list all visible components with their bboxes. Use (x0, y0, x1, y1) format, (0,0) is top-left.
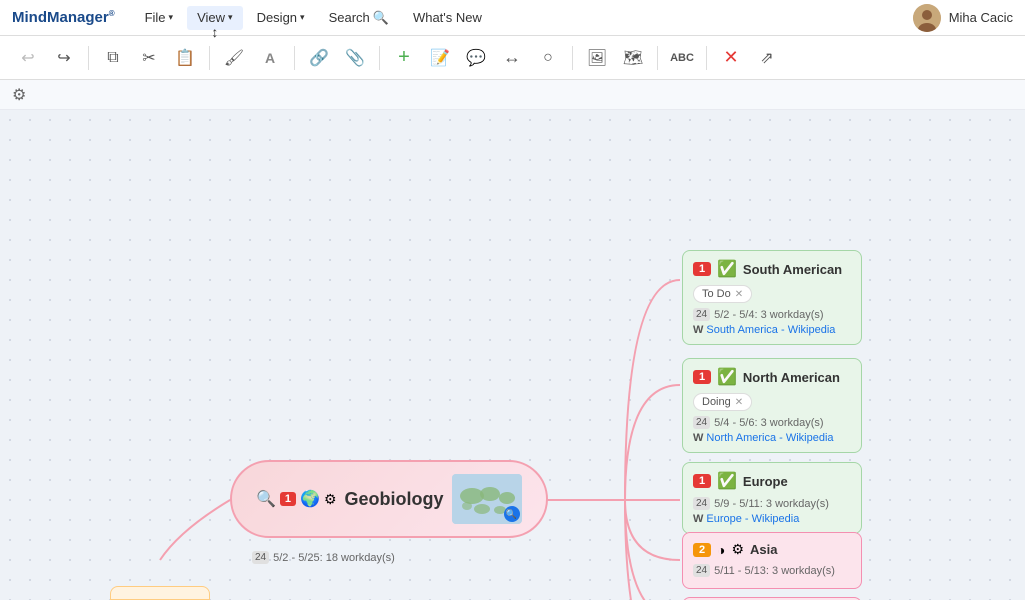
node-south-american[interactable]: 1 ✅ South American To Do ✕ 24 5/2 - 5/4:… (682, 250, 862, 345)
map-parts-button[interactable]: 🗺 (617, 42, 649, 74)
center-globe-icon: 🌍 (300, 489, 320, 509)
close-button[interactable]: ✕ (715, 42, 747, 74)
europe-priority: 1 (693, 474, 711, 488)
date-badge: 24 (693, 308, 710, 321)
user-avatar (913, 4, 941, 32)
node-europe[interactable]: 1 ✅ Europe 24 5/9 - 5/11: 3 workday(s) W… (682, 462, 862, 534)
north-american-link[interactable]: W North America - Wikipedia (693, 432, 851, 444)
asia-header: 2 ◑ ⚙ Asia (693, 541, 851, 558)
partial-left-node (110, 586, 210, 600)
nav-view[interactable]: View ▾ ↕ (187, 6, 242, 30)
center-date-badge: 24 (252, 551, 269, 564)
north-american-date: 24 5/4 - 5/6: 3 workday(s) (693, 416, 851, 429)
settings-icon[interactable]: ⚙ (12, 85, 26, 105)
toolbar: ↩ ↪ ⧉ ✂ 📋 🖌 A 🔗 📎 + 📝 💬 ↔ ○ 🖼 🗺 ABC ✕ ⇗ (0, 36, 1025, 80)
europe-link[interactable]: W Europe - Wikipedia (693, 513, 851, 525)
relationship-button[interactable]: ↔ (496, 42, 528, 74)
center-node-date: 24 5/2 - 5/25: 18 workday(s) (252, 551, 395, 564)
nav-design[interactable]: Design ▾ (247, 6, 315, 30)
south-american-priority: 1 (693, 262, 711, 276)
center-node-title: Geobiology (345, 489, 444, 510)
europe-check-icon: ✅ (717, 471, 737, 491)
map-zoom-icon[interactable]: 🔍 (504, 506, 520, 522)
toolbar-separator-5 (572, 46, 573, 70)
north-american-header: 1 ✅ North American (693, 367, 851, 387)
nav-search[interactable]: Search 🔍 (319, 6, 399, 30)
wikipedia-icon-na: W (693, 432, 703, 444)
center-settings-icon: ⚙ (324, 491, 337, 508)
toolbar-separator-3 (294, 46, 295, 70)
toolbar-separator-2 (209, 46, 210, 70)
attach-button[interactable]: 📎 (339, 42, 371, 74)
doing-tag-close-icon[interactable]: ✕ (735, 397, 743, 408)
boundary-button[interactable]: ○ (532, 42, 564, 74)
mind-map-canvas: 🔍 1 🌍 ⚙ Geobiology 🔍 24 (0, 110, 1025, 600)
map-thumbnail: 🔍 (452, 474, 522, 524)
south-american-check-icon: ✅ (717, 259, 737, 279)
image-button[interactable]: 🖼 (581, 42, 613, 74)
text-format-button[interactable]: A (254, 42, 286, 74)
asia-half-icon: ◑ (717, 542, 725, 558)
settings-row: ⚙ (0, 80, 1025, 110)
undo-button[interactable]: ↩ (12, 42, 44, 74)
callout-button[interactable]: 💬 (460, 42, 492, 74)
europe-date: 24 5/9 - 5/11: 3 workday(s) (693, 497, 851, 510)
north-american-title: North American (743, 370, 840, 385)
toolbar-separator-1 (88, 46, 89, 70)
date-badge-na: 24 (693, 416, 710, 429)
center-priority-badge: 1 (280, 492, 296, 506)
south-american-tag: To Do ✕ (693, 285, 752, 303)
node-search-icon: 🔍 (256, 489, 276, 509)
nav-view-arrow: ▾ (228, 12, 233, 23)
europe-title: Europe (743, 474, 788, 489)
add-topic-button[interactable]: + (388, 42, 420, 74)
date-badge-asia: 24 (693, 564, 710, 577)
center-node[interactable]: 🔍 1 🌍 ⚙ Geobiology 🔍 24 (230, 460, 548, 538)
nav-file[interactable]: File ▾ (135, 6, 183, 30)
user-name: Miha Cacic (949, 10, 1013, 25)
toolbar-separator-7 (706, 46, 707, 70)
nav-design-arrow: ▾ (300, 12, 305, 23)
toolbar-separator-4 (379, 46, 380, 70)
nav-menu: File ▾ View ▾ ↕ Design ▾ Search 🔍 What's… (135, 6, 492, 30)
share-button[interactable]: ⇗ (751, 42, 783, 74)
asia-date: 24 5/11 - 5/13: 3 workday(s) (693, 564, 851, 577)
user-section: Miha Cacic (913, 4, 1013, 32)
south-american-title: South American (743, 262, 842, 277)
search-icon: 🔍 (373, 10, 389, 26)
nav-file-arrow: ▾ (169, 12, 174, 23)
south-american-date: 24 5/2 - 5/4: 3 workday(s) (693, 308, 851, 321)
wikipedia-icon-eu: W (693, 513, 703, 525)
cut-button[interactable]: ✂ (133, 42, 165, 74)
europe-header: 1 ✅ Europe (693, 471, 851, 491)
node-north-american[interactable]: 1 ✅ North American Doing ✕ 24 5/4 - 5/6:… (682, 358, 862, 453)
app-logo: MindManager® (12, 9, 115, 26)
note-button[interactable]: 📝 (424, 42, 456, 74)
nav-whats-new[interactable]: What's New (403, 6, 492, 30)
north-american-tag: Doing ✕ (693, 393, 752, 411)
center-node-icons: 🔍 1 🌍 ⚙ (256, 489, 337, 509)
format-paint-button[interactable]: 🖌 (218, 42, 250, 74)
date-badge-eu: 24 (693, 497, 710, 510)
south-american-link[interactable]: W South America - Wikipedia (693, 324, 851, 336)
north-american-priority: 1 (693, 370, 711, 384)
wikipedia-icon: W (693, 324, 703, 336)
toolbar-separator-6 (657, 46, 658, 70)
asia-globe-icon: ⚙ (731, 541, 744, 558)
redo-button[interactable]: ↪ (48, 42, 80, 74)
tag-close-icon[interactable]: ✕ (735, 289, 743, 300)
abc-button[interactable]: ABC (666, 42, 698, 74)
top-navigation: MindManager® File ▾ View ▾ ↕ Design ▾ Se… (0, 0, 1025, 36)
asia-title: Asia (750, 542, 777, 557)
node-asia[interactable]: 2 ◑ ⚙ Asia 24 5/11 - 5/13: 3 workday(s) (682, 532, 862, 589)
asia-priority: 2 (693, 543, 711, 557)
link-button[interactable]: 🔗 (303, 42, 335, 74)
copy-button[interactable]: ⧉ (97, 42, 129, 74)
north-american-check-icon: ✅ (717, 367, 737, 387)
paste-button[interactable]: 📋 (169, 42, 201, 74)
south-american-header: 1 ✅ South American (693, 259, 851, 279)
